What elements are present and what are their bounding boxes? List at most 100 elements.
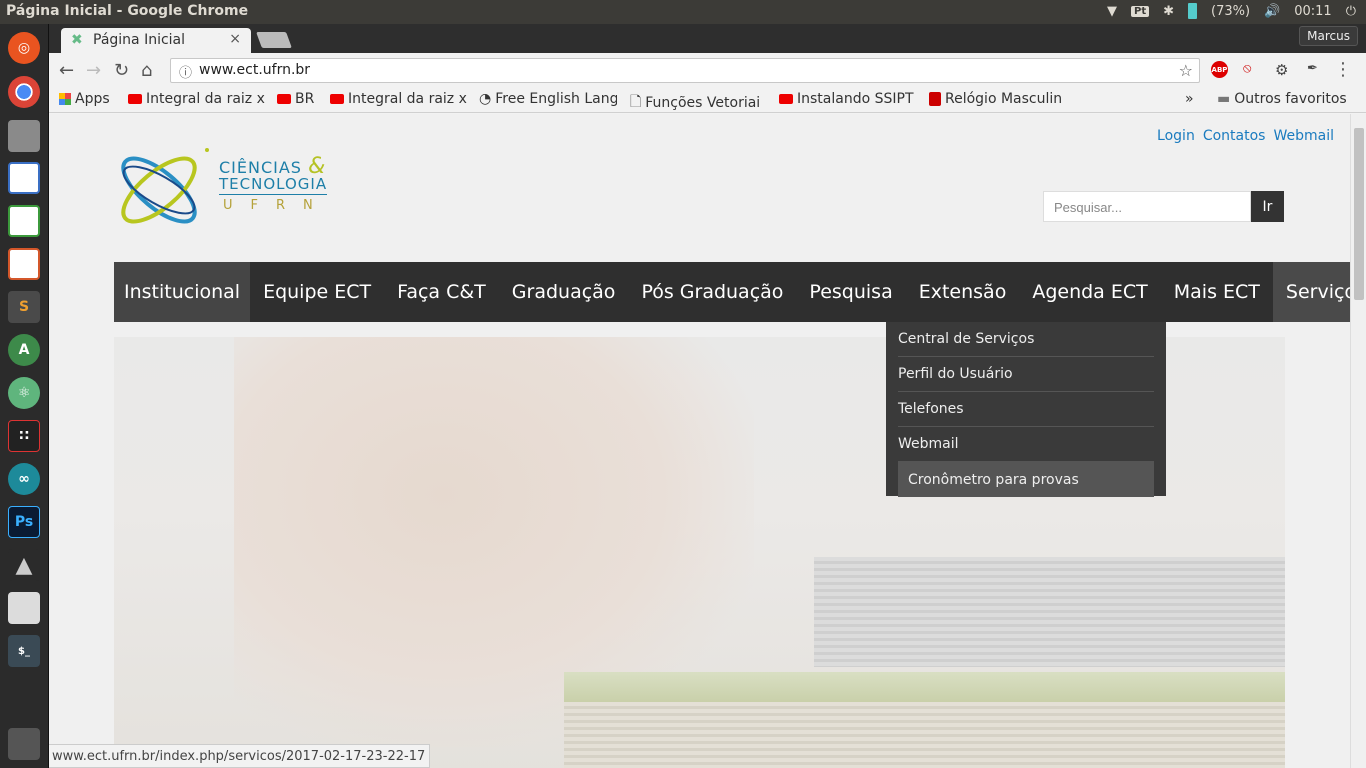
calc-icon[interactable] <box>8 205 40 237</box>
trash-icon[interactable] <box>8 728 40 760</box>
atom-icon[interactable]: ⚛ <box>8 377 40 409</box>
terminal-icon[interactable]: $_ <box>8 635 40 667</box>
android-studio-icon[interactable]: A <box>8 334 40 366</box>
site-info-icon[interactable]: ⓘ <box>179 62 192 81</box>
globe-icon: ◔ <box>479 91 492 107</box>
nav-pos-graduacao[interactable]: Pós Graduação <box>628 262 796 322</box>
writer-icon[interactable] <box>8 162 40 194</box>
reload-icon[interactable]: ↻ <box>114 60 129 81</box>
nav-extensao[interactable]: Extensão <box>906 262 1020 322</box>
bookmark-star-icon[interactable]: ☆ <box>1179 61 1193 80</box>
webmail-link[interactable]: Webmail <box>1273 128 1334 144</box>
nav-agenda-ect[interactable]: Agenda ECT <box>1019 262 1160 322</box>
forward-icon[interactable]: → <box>86 60 101 81</box>
home-icon[interactable]: ⌂ <box>141 60 152 81</box>
inkscape-icon[interactable]: ▲ <box>8 549 40 581</box>
system-top-bar: Página Inicial - Google Chrome ▼ Pt ✱ (7… <box>0 0 1366 24</box>
contatos-link[interactable]: Contatos <box>1203 128 1266 144</box>
nav-institucional[interactable]: Institucional <box>114 262 251 322</box>
bookmark-funcoes-vetoriais[interactable]: 🗋 Funções Vetoriai <box>630 91 766 115</box>
youtube-icon <box>330 94 344 104</box>
hero-book-stack <box>814 557 1285 667</box>
menu-item-webmail[interactable]: Webmail <box>898 427 1154 462</box>
wifi-icon[interactable]: ▼ <box>1107 4 1117 19</box>
youtube-icon <box>277 94 291 104</box>
clock[interactable]: 00:11 <box>1294 4 1331 19</box>
youtube-icon <box>779 94 793 104</box>
bookmark-relogio[interactable]: Relógio Masculin <box>929 91 1067 107</box>
impress-icon[interactable] <box>8 248 40 280</box>
volume-icon[interactable]: 🔊 <box>1264 4 1280 19</box>
bookmark-free-english[interactable]: ◔ Free English Lang <box>479 91 617 107</box>
more-bookmarks-button[interactable]: » <box>1185 91 1194 107</box>
nav-graduacao[interactable]: Graduação <box>499 262 629 322</box>
files-icon[interactable] <box>8 120 40 152</box>
page-scrollbar[interactable] <box>1350 114 1366 768</box>
other-favorites-folder[interactable]: ▬ Outros favoritos <box>1217 91 1347 107</box>
ect-logo[interactable]: CIÊNCIAS & TECNOLOGIA UFRN <box>113 142 343 237</box>
bookmark-instalando-ssipt[interactable]: Instalando SSIPT <box>779 91 916 107</box>
bookmarks-bar: Apps Integral da raiz x BR Integral da r… <box>49 89 1366 113</box>
bookmark-integral-1[interactable]: Integral da raiz x <box>128 91 266 107</box>
scrollbar-thumb[interactable] <box>1354 128 1364 300</box>
ubuntu-icon[interactable]: ◎ <box>8 32 40 64</box>
adblock-icon[interactable]: ABP <box>1211 61 1228 78</box>
settings-icon[interactable] <box>8 592 40 624</box>
nav-mais-ect[interactable]: Mais ECT <box>1161 262 1273 322</box>
redis-icon[interactable]: ∷ <box>8 420 40 452</box>
nav-faca-ct[interactable]: Faça C&T <box>384 262 499 322</box>
tab-pagina-inicial[interactable]: ✖ Página Inicial × <box>61 28 251 53</box>
bookmark-integral-2[interactable]: Integral da raiz x <box>330 91 468 107</box>
tab-title: Página Inicial <box>93 32 186 48</box>
nav-servicos[interactable]: Serviços <box>1272 262 1350 322</box>
bookmark-br[interactable]: BR <box>277 91 314 107</box>
profile-button[interactable]: Marcus <box>1299 26 1358 46</box>
menu-item-perfil-usuario[interactable]: Perfil do Usuário <box>898 357 1154 392</box>
search-go-button[interactable]: Ir <box>1251 191 1284 222</box>
url-text[interactable]: www.ect.ufrn.br <box>199 62 310 78</box>
menu-item-central-servicos[interactable]: Central de Serviços <box>898 322 1154 357</box>
search-input[interactable]: Pesquisar... <box>1043 191 1251 222</box>
menu-item-cronometro[interactable]: Cronômetro para provas <box>898 462 1154 497</box>
page-icon: 🗋 <box>630 94 642 110</box>
system-tray: ▼ Pt ✱ (73%) 🔊 00:11 ⏻ <box>1107 3 1356 19</box>
logo-line-2: TECNOLOGIA <box>219 175 328 195</box>
close-tab-icon[interactable]: × <box>229 31 241 47</box>
store-icon <box>929 92 941 106</box>
site-favicon-icon: ✖ <box>71 32 83 48</box>
arduino-icon[interactable]: ∞ <box>8 463 40 495</box>
chrome-menu-icon[interactable]: ⋮ <box>1334 59 1352 80</box>
chrome-window: ✖ Página Inicial × Marcus ← → ↻ ⌂ ⓘ www.… <box>49 24 1366 768</box>
input-method-indicator[interactable]: Pt <box>1130 5 1150 17</box>
status-url-bubble: www.ect.ufrn.br/index.php/servicos/2017-… <box>49 744 431 768</box>
folder-icon: ▬ <box>1217 91 1231 107</box>
hero-book-pages <box>564 702 1285 768</box>
web-page: CIÊNCIAS & TECNOLOGIA UFRN Login Contato… <box>49 114 1350 768</box>
browser-toolbar: ← → ↻ ⌂ ⓘ www.ect.ufrn.br ☆ ABP ⦸ ⚙ ✒ ⋮ <box>49 53 1366 89</box>
bluetooth-icon[interactable]: ✱ <box>1163 4 1174 19</box>
main-navigation: Institucional Equipe ECT Faça C&T Gradua… <box>114 262 1350 322</box>
photoshop-icon[interactable]: Ps <box>8 506 40 538</box>
chrome-icon[interactable] <box>8 76 40 108</box>
tab-strip: ✖ Página Inicial × Marcus <box>49 24 1366 53</box>
hero-book-cover <box>564 672 1285 702</box>
login-link[interactable]: Login <box>1157 128 1195 144</box>
nav-equipe-ect[interactable]: Equipe ECT <box>250 262 384 322</box>
window-title: Página Inicial - Google Chrome <box>6 3 249 19</box>
logo-line-3: UFRN <box>223 198 331 213</box>
bookmark-apps[interactable]: Apps <box>59 91 110 107</box>
address-bar[interactable]: ⓘ www.ect.ufrn.br ☆ <box>170 58 1200 83</box>
back-icon[interactable]: ← <box>59 60 74 81</box>
battery-percent: (73%) <box>1211 3 1251 19</box>
servicos-dropdown: Central de Serviços Perfil do Usuário Te… <box>886 322 1166 497</box>
battery-icon[interactable] <box>1188 3 1197 19</box>
nav-pesquisa[interactable]: Pesquisa <box>796 262 905 322</box>
eyedropper-icon[interactable]: ✒ <box>1307 61 1318 76</box>
youtube-icon <box>128 94 142 104</box>
extension-gear-icon[interactable]: ⚙ <box>1275 61 1288 79</box>
power-icon[interactable]: ⏻ <box>1346 4 1356 19</box>
sublime-icon[interactable]: S <box>8 291 40 323</box>
menu-item-telefones[interactable]: Telefones <box>898 392 1154 427</box>
new-tab-button[interactable] <box>256 32 292 48</box>
block-icon[interactable]: ⦸ <box>1243 61 1251 76</box>
